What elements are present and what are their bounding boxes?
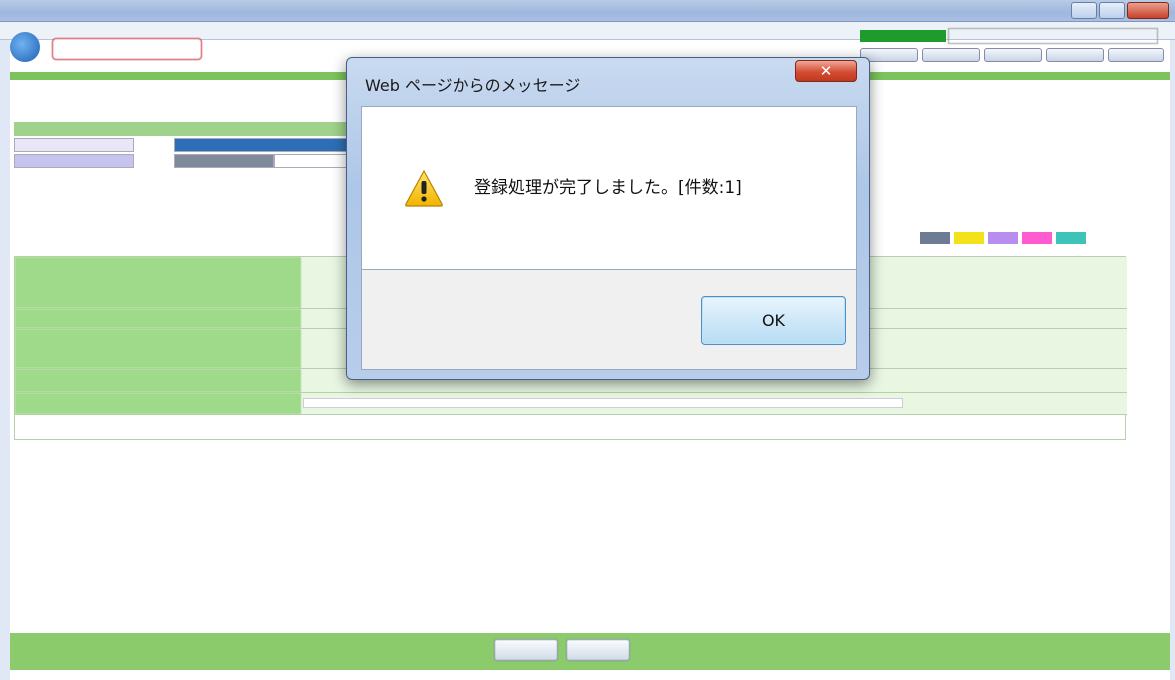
dialog-footer: OK — [361, 270, 857, 370]
warning-icon — [404, 169, 444, 207]
ok-button[interactable]: OK — [701, 296, 846, 345]
dialog-body: 登録処理が完了しました。[件数:1] — [361, 106, 857, 270]
dialog-title: Web ページからのメッセージ — [365, 76, 581, 95]
message-dialog: Web ページからのメッセージ ✕ 登録処理が完了しました。[件数:1] OK — [346, 57, 870, 380]
dialog-message: 登録処理が完了しました。[件数:1] — [474, 178, 742, 198]
browser-window: Web ページからのメッセージ ✕ 登録処理が完了しました。[件数:1] OK — [0, 0, 1175, 680]
dialog-close-button[interactable]: ✕ — [795, 60, 857, 82]
